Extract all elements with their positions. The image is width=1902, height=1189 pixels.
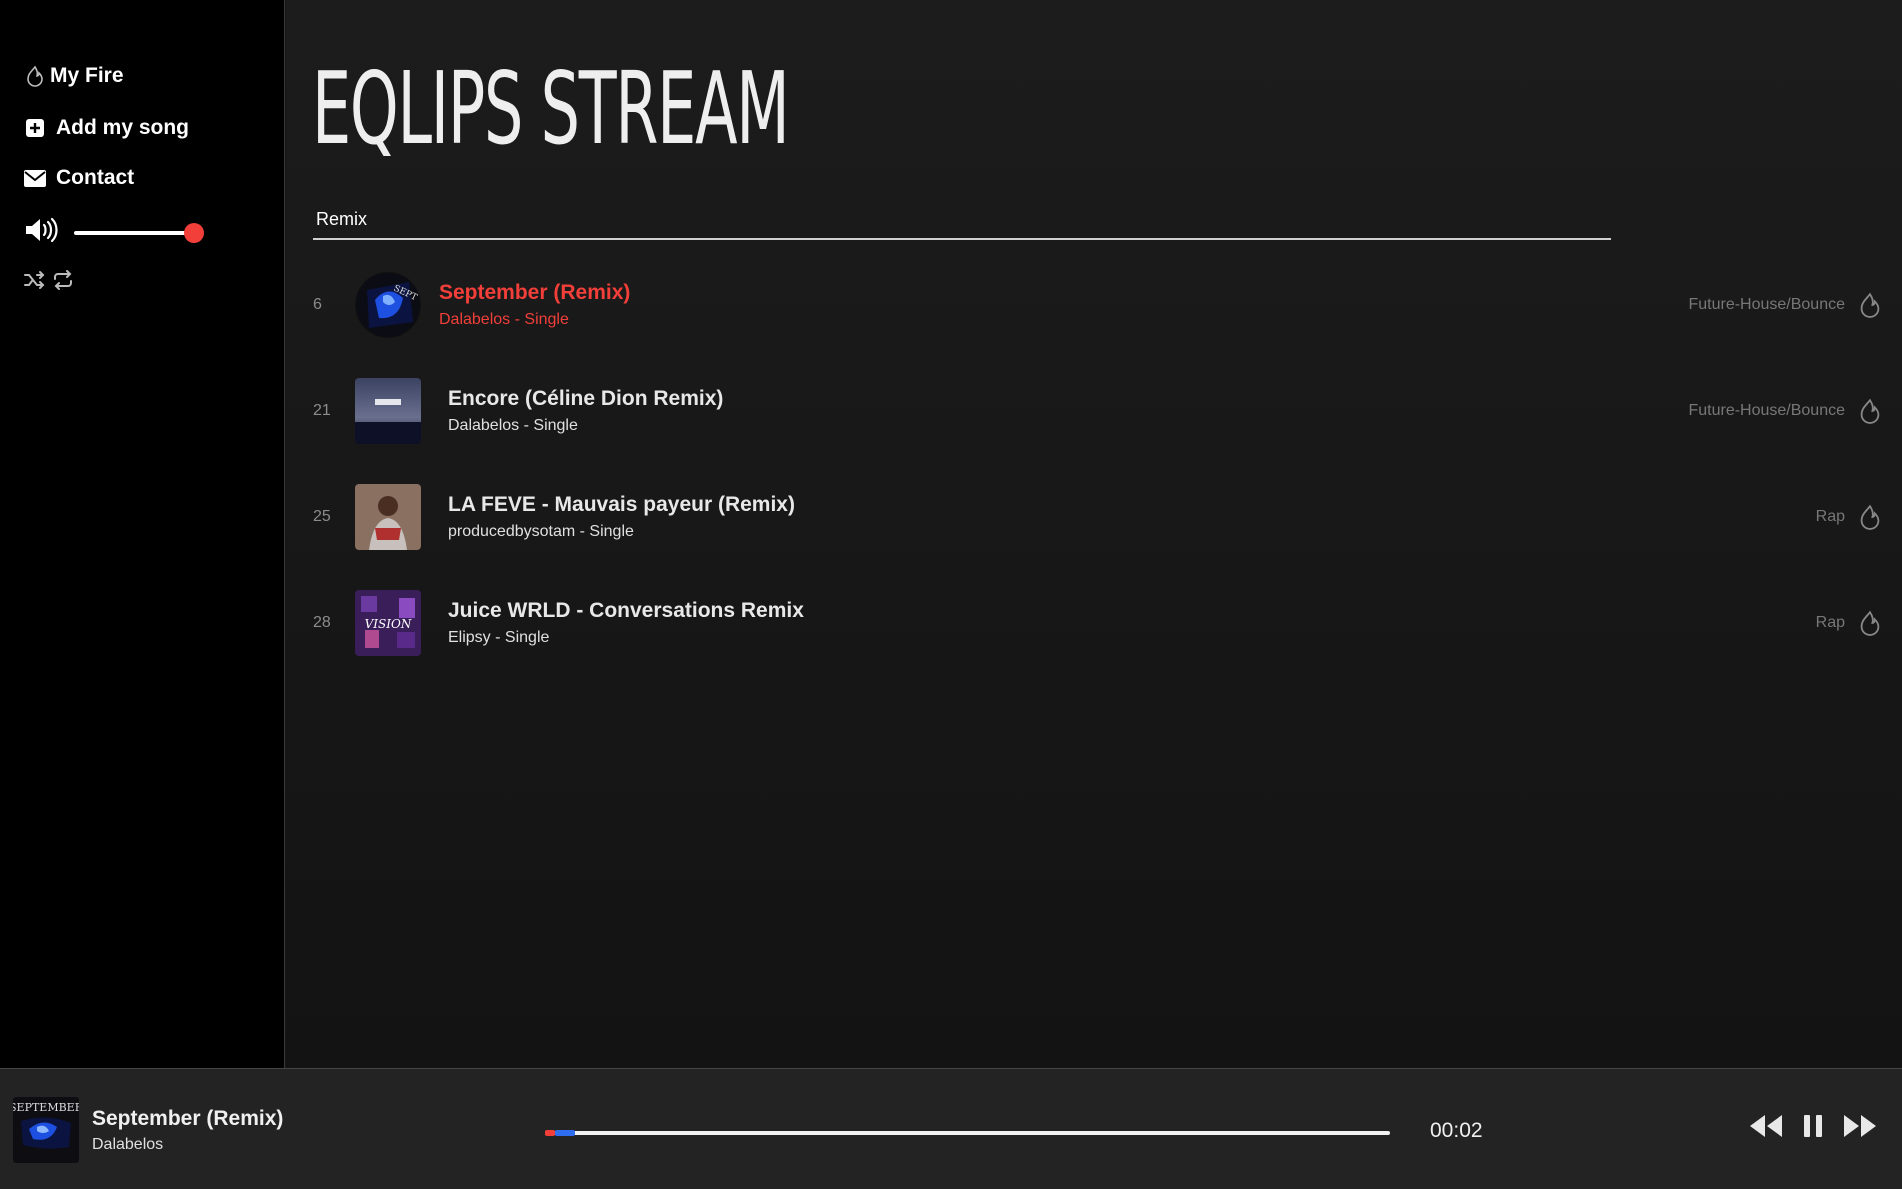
track-title[interactable]: LA FEVE - Mauvais payeur (Remix) [448, 493, 795, 517]
volume-slider-handle[interactable] [184, 222, 204, 243]
volume-control [24, 217, 204, 248]
app-logo: EQLIPS STREAM [312, 50, 790, 167]
track-separator: - [523, 417, 529, 434]
elapsed-time: 00:02 [1430, 1119, 1483, 1142]
track-genre: Rap [1815, 614, 1845, 631]
sidebar: My Fire Add my song Contact [0, 0, 285, 1068]
track-row[interactable]: 25 LA FEVE - Mauvais payeur (Remix) prod… [313, 477, 1883, 557]
track-meta: Elipsy - Single [448, 629, 804, 647]
track-row[interactable]: 28 VISION Juice WRLD - Conversations Rem… [313, 583, 1883, 663]
now-playing-cover-art: SEPTEMBER [13, 1097, 79, 1163]
pause-icon[interactable] [1802, 1113, 1824, 1139]
track-title[interactable]: Encore (Céline Dion Remix) [448, 387, 723, 411]
fire-icon[interactable] [1857, 502, 1883, 532]
fire-icon[interactable] [1857, 290, 1883, 320]
track-type: Single [504, 629, 550, 646]
fast-forward-icon[interactable] [1842, 1113, 1878, 1139]
now-playing-title[interactable]: September (Remix) [92, 1107, 283, 1131]
track-artist[interactable]: producedbysotam [448, 523, 575, 540]
track-rank: 25 [313, 508, 331, 525]
plus-square-icon [24, 117, 46, 139]
track-artist[interactable]: Dalabelos [448, 417, 519, 434]
nav-contact-label: Contact [56, 166, 135, 189]
progress-played [545, 1130, 556, 1136]
track-cover-art [355, 484, 421, 550]
nav-contact[interactable]: Contact [24, 166, 134, 190]
track-cover-art: SEPT [355, 272, 421, 338]
track-row[interactable]: 21 Encore (Céline Dion Remix) Dalabelos … [313, 371, 1883, 451]
rewind-icon[interactable] [1748, 1113, 1784, 1139]
fire-icon[interactable] [1857, 608, 1883, 638]
track-meta: Dalabelos - Single [439, 311, 630, 329]
svg-text:SEPTEMBER: SEPTEMBER [13, 1101, 79, 1114]
search-input[interactable] [313, 204, 1611, 234]
track-genre: Future-House/Bounce [1688, 296, 1845, 313]
shuffle-icon[interactable] [24, 270, 46, 295]
volume-slider[interactable] [74, 222, 204, 243]
track-cover-art [355, 378, 421, 444]
track-artist[interactable]: Elipsy [448, 629, 491, 646]
track-separator: - [579, 523, 585, 540]
track-type: Single [533, 417, 578, 434]
track-rank: 28 [313, 614, 331, 631]
nav-my-fire-label: My Fire [50, 64, 124, 87]
fire-icon [24, 65, 46, 87]
nav-add-my-song[interactable]: Add my song [24, 116, 189, 140]
svg-text:VISION: VISION [365, 617, 412, 631]
track-rank: 21 [313, 402, 331, 419]
volume-icon[interactable] [24, 217, 60, 248]
track-meta: producedbysotam - Single [448, 523, 795, 541]
search-bar [313, 204, 1611, 240]
track-rank: 6 [313, 296, 322, 313]
fire-icon[interactable] [1857, 396, 1883, 426]
track-meta: Dalabelos - Single [448, 417, 723, 435]
track-type: Single [524, 311, 569, 328]
track-genre: Future-House/Bounce [1688, 402, 1845, 419]
playback-modes [24, 270, 74, 295]
track-title[interactable]: September (Remix) [439, 281, 630, 305]
envelope-icon [24, 167, 46, 189]
track-row[interactable]: 6 SEPT September (Remix) Dalabelos - Sin… [313, 265, 1883, 345]
track-genre: Rap [1815, 508, 1845, 525]
track-separator: - [514, 311, 520, 328]
track-type: Single [589, 523, 634, 540]
nav-add-my-song-label: Add my song [56, 116, 190, 139]
now-playing-artist[interactable]: Dalabelos [92, 1136, 163, 1154]
playback-controls [1748, 1113, 1878, 1139]
track-artist[interactable]: Dalabelos [439, 311, 510, 328]
progress-buffered [555, 1130, 575, 1136]
track-cover-art: VISION [355, 590, 421, 656]
main-content: EQLIPS STREAM 6 SEPT September (Remix) D… [286, 0, 1902, 1068]
progress-bar[interactable] [545, 1130, 1390, 1136]
track-title[interactable]: Juice WRLD - Conversations Remix [448, 599, 804, 623]
track-separator: - [495, 629, 501, 646]
repeat-icon[interactable] [52, 270, 74, 295]
nav-my-fire[interactable]: My Fire [24, 64, 124, 88]
player-bar: SEPTEMBER September (Remix) Dalabelos 00… [0, 1068, 1902, 1189]
